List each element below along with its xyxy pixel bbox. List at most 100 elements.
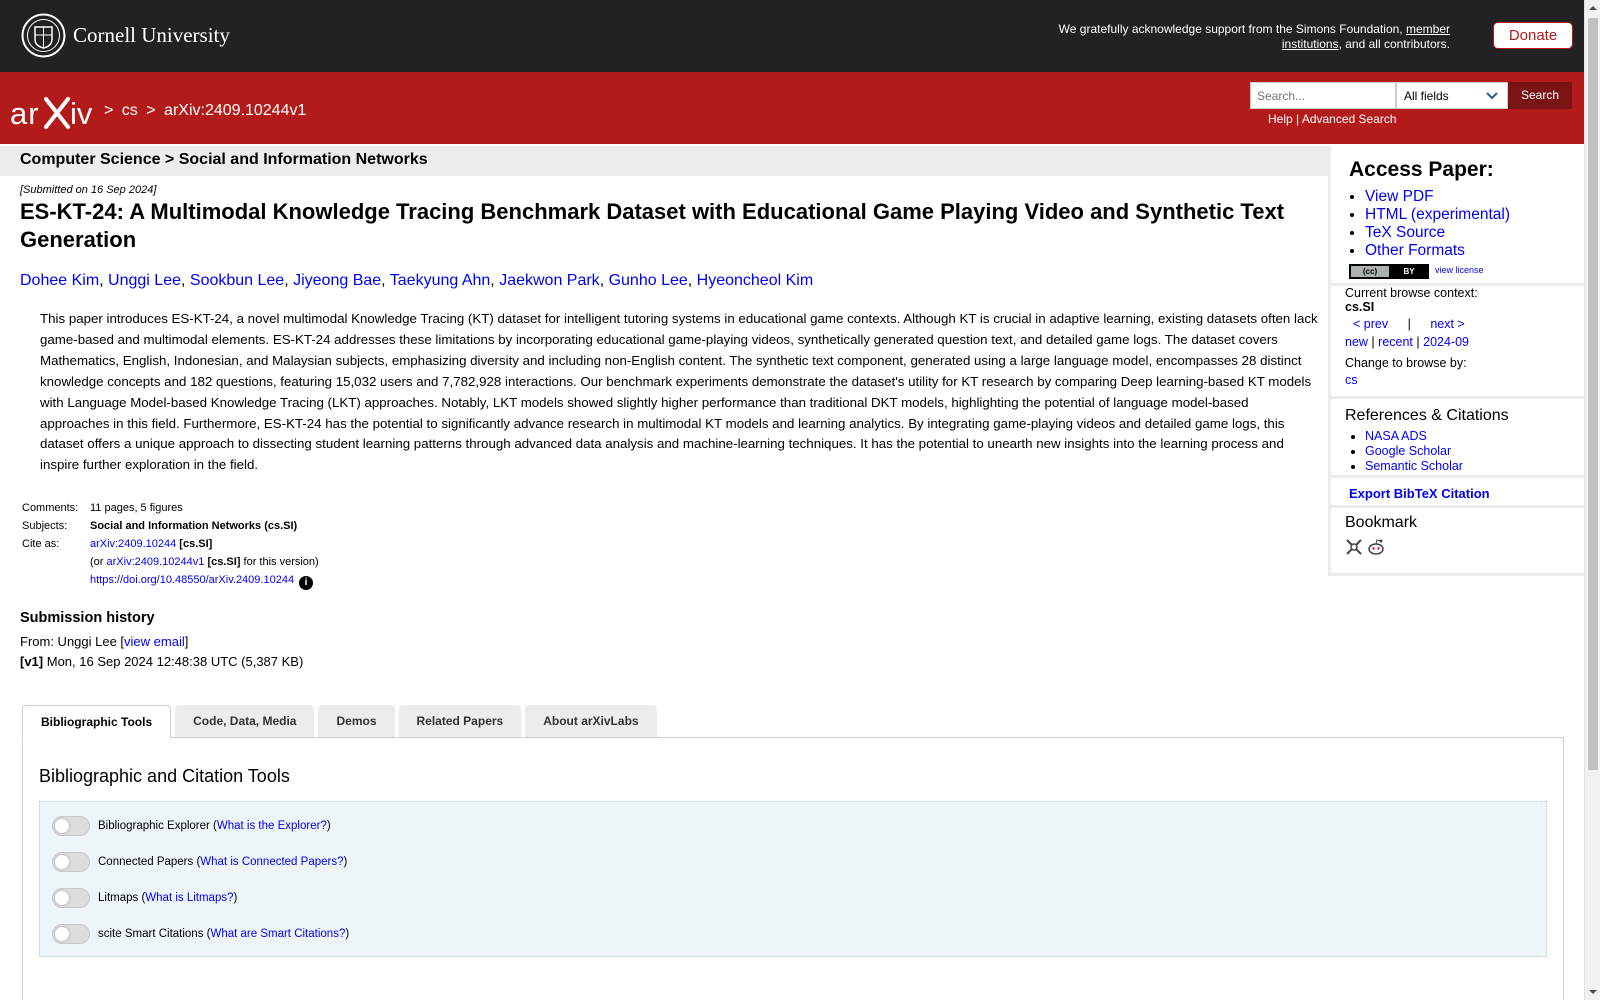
tool-scite: scite Smart Citations (What are Smart Ci… [52,924,349,944]
cite-label: Cite as: [22,538,60,550]
browse-links: new | recent | 2024-09 [1345,335,1469,349]
litmaps-info-link[interactable]: What is Litmaps? [145,892,233,904]
tab-related-papers[interactable]: Related Papers [398,705,522,737]
scroll-up-arrow-icon[interactable] [1585,0,1600,16]
tab-demos[interactable]: Demos [318,705,395,737]
recent-link[interactable]: recent [1378,335,1413,349]
author-link[interactable]: Taekyung Ahn [390,272,491,289]
browse-context-label: Current browse context: [1345,286,1478,300]
cc-icon: (cc) [1351,266,1389,277]
bookmark-heading: Bookmark [1345,514,1418,531]
subjects-label: Subjects: [22,520,68,532]
tools-heading: Bibliographic and Citation Tools [39,766,290,786]
export-bibtex-link[interactable]: Export BibTeX Citation [1349,486,1490,501]
sidebar: Access Paper: View PDF HTML (experimenta… [1328,146,1584,576]
view-pdf-link[interactable]: View PDF [1365,188,1434,205]
list-item: HTML (experimental) [1365,206,1510,224]
author-separator: , [99,272,109,289]
view-email-link[interactable]: view email [124,634,185,649]
help-link[interactable]: Help [1268,112,1293,126]
next-link[interactable]: next > [1430,317,1464,331]
by-icon: BY [1390,266,1428,277]
author-separator: , [284,272,294,289]
advanced-search-link[interactable]: Advanced Search [1302,112,1397,126]
svg-text:iv: iv [70,96,93,131]
metadata-row: Cite as: arXiv:2409.10244 [cs.SI] (or ar… [20,536,321,594]
page-scrollbar[interactable] [1584,0,1600,1000]
breadcrumb-paper-id: arXiv:2409.10244v1 [164,102,307,119]
new-link[interactable]: new [1345,335,1368,349]
comments-value: 11 pages, 5 figures [90,502,183,514]
submission-from: From: Unggi Lee [view email] [20,634,189,649]
cornell-banner: Cornell University We gratefully acknowl… [0,0,1584,72]
view-license-link[interactable]: view license [1435,265,1484,275]
explorer-toggle[interactable] [52,816,90,836]
author-separator: , [381,272,390,289]
other-formats-link[interactable]: Other Formats [1365,242,1465,259]
author-separator: , [490,272,500,289]
cite-values: arXiv:2409.10244 [cs.SI] (or arXiv:2409.… [90,538,319,590]
metadata-row: Comments: 11 pages, 5 figures [20,500,321,518]
breadcrumb: > cs > arXiv:2409.10244v1 [104,102,307,119]
doi-link[interactable]: https://doi.org/10.48550/arXiv.2409.1024… [90,574,294,586]
chevron-down-icon [1486,92,1498,100]
litmaps-toggle[interactable] [52,888,90,908]
connected-papers-toggle[interactable] [52,852,90,872]
author-separator: , [599,272,609,289]
scroll-down-arrow-icon[interactable] [1585,984,1600,1000]
access-paper-heading: Access Paper: [1349,158,1494,181]
bookmark-icons [1345,538,1385,556]
bibsonomy-icon[interactable] [1345,538,1363,556]
cite-id-link[interactable]: arXiv:2409.10244 [90,538,176,550]
tab-about-arxivlabs[interactable]: About arXivLabs [525,705,657,737]
author-link[interactable]: Unggi Lee [108,272,181,289]
author-link[interactable]: Jiyeong Bae [293,272,381,289]
list-item: TeX Source [1365,224,1510,242]
semantic-scholar-link[interactable]: Semantic Scholar [1365,459,1463,473]
abstract: This paper introduces ES-KT-24, a novel … [40,311,1318,473]
arxiv-header: ar iv > cs > arXiv:2409.10244v1 All fiel… [0,72,1584,144]
arxiv-logo[interactable]: ar iv [10,93,100,133]
acknowledgement-text: We gratefully acknowledge support from t… [1058,22,1450,51]
references-block: References & Citations NASA ADS Google S… [1331,399,1584,478]
html-link[interactable]: HTML (experimental) [1365,206,1510,223]
tex-source-link[interactable]: TeX Source [1365,224,1445,241]
cornell-logo-link[interactable]: Cornell University [21,13,230,58]
author-link[interactable]: Jaekwon Park [499,272,600,289]
connected-papers-info-link[interactable]: What is Connected Papers? [200,856,343,868]
tool-litmaps: Litmaps (What is Litmaps?) [52,888,237,908]
nasa-ads-link[interactable]: NASA ADS [1365,429,1427,443]
tab-panel: Bibliographic and Citation Tools Bibliog… [22,737,1564,1000]
submission-date: [Submitted on 16 Sep 2024] [20,184,157,196]
references-list: NASA ADS Google Scholar Semantic Scholar [1365,429,1463,474]
reddit-icon[interactable] [1367,538,1385,556]
list-item: View PDF [1365,188,1510,206]
browse-cs-link[interactable]: cs [1345,373,1358,387]
search-field-select[interactable]: All fields [1396,82,1508,109]
prev-next: < prev | next > [1353,317,1465,331]
access-links: View PDF HTML (experimental) TeX Source … [1365,188,1510,260]
cornell-wordmark: Cornell University [73,23,230,47]
search-button[interactable]: Search [1508,82,1572,109]
donate-button[interactable]: Donate [1493,22,1573,49]
author-link[interactable]: Dohee Kim [20,272,99,289]
scite-info-link[interactable]: What are Smart Citations? [210,928,345,940]
cc-by-license-badge[interactable]: (cc) BY [1349,264,1429,279]
info-icon[interactable]: i [299,576,314,590]
cite-version-link[interactable]: arXiv:2409.10244v1 [107,556,205,568]
metadata-row: Subjects: Social and Information Network… [20,518,321,536]
prev-link[interactable]: < prev [1353,317,1388,331]
change-browse-label: Change to browse by: [1345,356,1467,370]
explorer-info-link[interactable]: What is the Explorer? [217,820,327,832]
breadcrumb-cs-link[interactable]: cs [122,102,138,119]
month-link[interactable]: 2024-09 [1423,335,1469,349]
scrollbar-thumb[interactable] [1588,18,1598,770]
search-input[interactable] [1250,82,1396,109]
author-link[interactable]: Sookbun Lee [190,272,284,289]
author-link[interactable]: Gunho Lee [609,272,688,289]
scite-toggle[interactable] [52,924,90,944]
tab-bibliographic-tools[interactable]: Bibliographic Tools [22,705,172,738]
google-scholar-link[interactable]: Google Scholar [1365,444,1451,458]
tab-code-data-media[interactable]: Code, Data, Media [175,705,315,737]
author-link[interactable]: Hyeoncheol Kim [697,272,814,289]
